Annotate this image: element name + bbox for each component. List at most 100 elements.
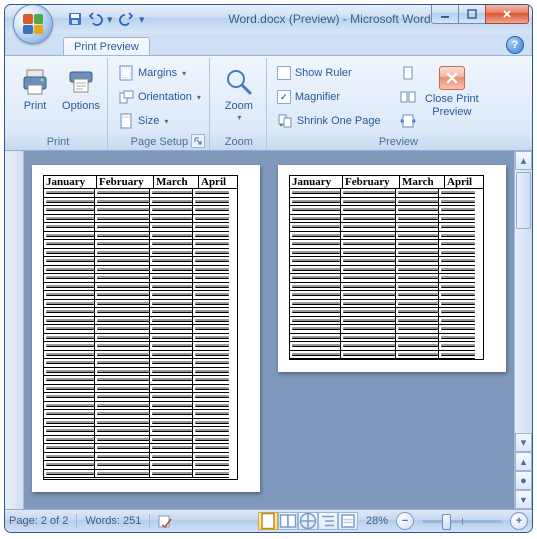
table-row bbox=[290, 198, 483, 207]
shrink-one-page-button[interactable]: Shrink One Page bbox=[273, 109, 395, 133]
page-width-icon bbox=[400, 113, 416, 129]
table-row bbox=[44, 189, 237, 198]
table-row bbox=[44, 419, 237, 428]
close-window-button[interactable] bbox=[485, 5, 529, 24]
table-row bbox=[44, 223, 237, 232]
table-header-cell: March bbox=[399, 175, 444, 189]
titlebar: ▾ ▾ Word.docx (Preview) - Microsoft Word bbox=[5, 5, 532, 33]
table-row bbox=[290, 334, 483, 343]
quick-access-toolbar: ▾ ▾ bbox=[67, 11, 147, 27]
page-width-button[interactable] bbox=[397, 109, 419, 133]
zoom-out-icon[interactable]: − bbox=[396, 512, 414, 530]
proofing-icon[interactable] bbox=[158, 514, 172, 528]
print-button[interactable]: Print bbox=[13, 61, 57, 133]
table-row bbox=[290, 283, 483, 292]
print-label: Print bbox=[24, 100, 47, 113]
table-row bbox=[44, 376, 237, 385]
maximize-button[interactable] bbox=[458, 5, 486, 24]
margins-icon bbox=[118, 65, 134, 81]
group-zoom-label: Zoom bbox=[216, 135, 262, 150]
table-row bbox=[44, 198, 237, 207]
scroll-up-icon[interactable]: ▴ bbox=[515, 151, 532, 170]
qat-customize-icon[interactable]: ▾ bbox=[139, 13, 147, 26]
draft-view-icon[interactable] bbox=[338, 512, 358, 530]
table-row bbox=[290, 351, 483, 360]
group-zoom: Zoom ▾ Zoom bbox=[212, 58, 267, 150]
zoom-level[interactable]: 28% bbox=[366, 515, 388, 527]
table-row bbox=[290, 300, 483, 309]
help-icon[interactable]: ? bbox=[506, 36, 524, 54]
table-row bbox=[44, 385, 237, 394]
table-row bbox=[44, 402, 237, 411]
printer-icon bbox=[19, 66, 51, 98]
checkbox-icon bbox=[277, 66, 291, 80]
zoom-slider[interactable] bbox=[422, 520, 502, 523]
orientation-label: Orientation bbox=[138, 91, 192, 103]
zoom-button[interactable]: Zoom ▾ bbox=[216, 61, 262, 133]
full-screen-reading-icon[interactable] bbox=[278, 512, 298, 530]
table-header-cell: February bbox=[342, 175, 399, 189]
table-row bbox=[290, 325, 483, 334]
pages-viewport[interactable]: JanuaryFebruaryMarchApril JanuaryFebruar… bbox=[24, 151, 514, 509]
table-row bbox=[290, 206, 483, 215]
page-setup-launcher[interactable] bbox=[191, 134, 205, 148]
print-layout-view-icon[interactable] bbox=[258, 512, 278, 530]
magnifier-checkbox[interactable]: Magnifier bbox=[273, 85, 395, 109]
table-row bbox=[44, 274, 237, 283]
minimize-button[interactable] bbox=[431, 5, 459, 24]
web-layout-icon[interactable] bbox=[298, 512, 318, 530]
options-label: Options bbox=[62, 100, 100, 113]
orientation-button[interactable]: Orientation▾ bbox=[114, 85, 205, 109]
prev-page-icon[interactable]: ▲ bbox=[515, 452, 532, 471]
zoom-label: Zoom bbox=[225, 100, 253, 113]
word-count[interactable]: Words: 251 bbox=[85, 515, 141, 527]
options-button[interactable]: Options bbox=[59, 61, 103, 133]
document-area: JanuaryFebruaryMarchApril JanuaryFebruar… bbox=[5, 151, 532, 509]
zoom-in-icon[interactable]: + bbox=[510, 512, 528, 530]
margins-button[interactable]: Margins▾ bbox=[114, 61, 205, 85]
show-ruler-checkbox[interactable]: Show Ruler bbox=[273, 61, 395, 85]
table-row bbox=[290, 308, 483, 317]
table-row bbox=[290, 249, 483, 258]
size-button[interactable]: Size▾ bbox=[114, 109, 205, 133]
table-row bbox=[44, 283, 237, 292]
show-ruler-label: Show Ruler bbox=[295, 67, 352, 79]
zoom-slider-thumb[interactable] bbox=[442, 514, 451, 530]
group-page-setup-label: Page Setup bbox=[131, 136, 189, 148]
group-print: Print Options Print bbox=[9, 58, 108, 150]
table-row bbox=[44, 266, 237, 275]
status-bar: Page: 2 of 2 Words: 251 28% − + bbox=[5, 509, 532, 532]
undo-icon[interactable] bbox=[87, 11, 103, 27]
close-preview-button[interactable]: Close Print Preview bbox=[421, 61, 483, 133]
table-header-cell: April bbox=[198, 175, 238, 189]
table-row bbox=[44, 436, 237, 445]
table-row bbox=[290, 257, 483, 266]
table-header-cell: March bbox=[153, 175, 198, 189]
table-row bbox=[44, 359, 237, 368]
page-indicator[interactable]: Page: 2 of 2 bbox=[9, 515, 68, 527]
save-icon[interactable] bbox=[67, 11, 83, 27]
zoom-icon bbox=[223, 66, 255, 98]
one-page-button[interactable] bbox=[397, 61, 419, 85]
close-preview-label: Close Print Preview bbox=[422, 93, 482, 118]
table-row bbox=[290, 232, 483, 241]
scroll-down-icon[interactable]: ▾ bbox=[515, 433, 532, 452]
tab-print-preview[interactable]: Print Preview bbox=[63, 37, 150, 55]
table-row bbox=[44, 453, 237, 462]
scroll-thumb[interactable] bbox=[516, 172, 531, 229]
table-row bbox=[44, 215, 237, 224]
vertical-scrollbar[interactable]: ▴ ▾ ▲ ● ▼ bbox=[514, 151, 532, 509]
undo-dropdown-icon[interactable]: ▾ bbox=[107, 13, 115, 26]
scroll-track[interactable] bbox=[515, 170, 532, 433]
size-icon bbox=[118, 113, 134, 129]
select-browse-object-icon[interactable]: ● bbox=[515, 471, 532, 490]
table-row bbox=[44, 351, 237, 360]
table-row bbox=[44, 300, 237, 309]
two-pages-button[interactable] bbox=[397, 85, 419, 109]
table-row bbox=[290, 291, 483, 300]
table-row bbox=[44, 470, 237, 479]
outline-view-icon[interactable] bbox=[318, 512, 338, 530]
redo-icon[interactable] bbox=[119, 11, 135, 27]
options-icon bbox=[65, 66, 97, 98]
next-page-icon[interactable]: ▼ bbox=[515, 490, 532, 509]
